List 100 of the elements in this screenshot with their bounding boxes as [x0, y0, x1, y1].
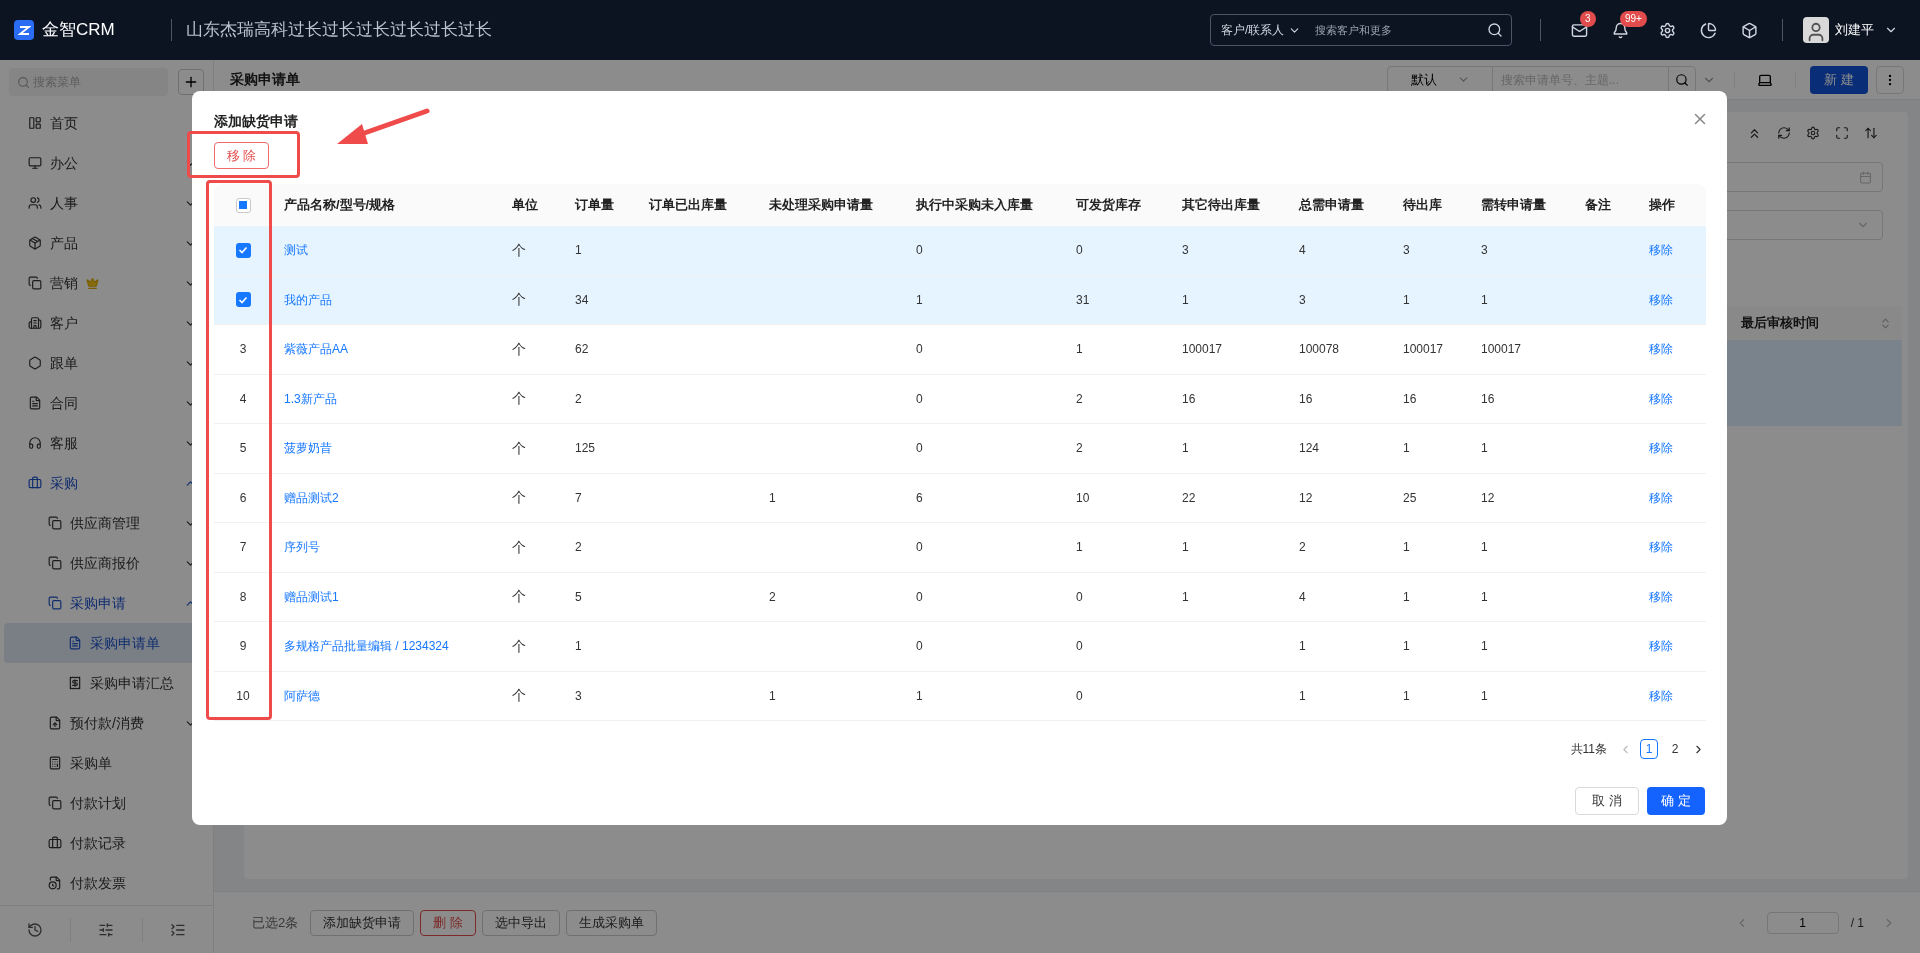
column-header: 总需申请量 [1299, 196, 1364, 215]
table-cell-text: 2 [575, 390, 582, 408]
column-header: 订单量 [575, 196, 614, 215]
product-link[interactable]: 阿萨德 [284, 686, 320, 705]
row-number: 9 [239, 638, 247, 656]
sidebar-item[interactable]: 供应商报价 [4, 543, 209, 583]
table-cell-text: 100078 [1299, 341, 1340, 359]
table-cell-text: 1 [916, 291, 923, 309]
row-number: 5 [239, 440, 247, 458]
bell-icon[interactable] [1612, 21, 1629, 39]
search-scope-select[interactable]: 客户/联系人 [1211, 21, 1302, 39]
page-input[interactable]: 1 [1766, 911, 1839, 934]
sidebar-item[interactable]: 产品 [4, 223, 209, 263]
table-cell-text: 100017 [1481, 341, 1522, 359]
file-upload-icon [48, 716, 62, 730]
sidebar-item[interactable]: 采购申请 [4, 583, 209, 623]
search-icon[interactable] [1487, 22, 1503, 38]
sidebar-item[interactable]: 跟单 [4, 343, 209, 383]
sidebar-item[interactable]: 办公 [4, 143, 209, 183]
collapse-menu-icon[interactable] [169, 921, 186, 938]
table-cell-text: 0 [916, 588, 923, 606]
table-cell-text: 10 [1076, 489, 1090, 507]
action-button[interactable]: 生成采购单 [565, 909, 657, 936]
action-button[interactable]: 删 除 [420, 909, 476, 936]
table-row[interactable]: 测试 个 1 0 0 3 4 3 3 移除 [214, 226, 1706, 276]
product-link[interactable]: 菠萝奶昔 [284, 439, 332, 458]
product-link[interactable]: 紫薇产品AA [284, 340, 348, 359]
sidebar-item[interactable]: 采购 [4, 463, 209, 503]
table-cell-text: 个 [512, 240, 526, 260]
check-icon [238, 294, 248, 305]
column-header[interactable]: 最后审核时间 [1741, 313, 1819, 333]
product-link[interactable]: 测试 [284, 241, 308, 260]
document-icon [28, 396, 42, 410]
page-button[interactable]: 2 [1666, 739, 1684, 759]
mail-icon[interactable] [1571, 21, 1588, 39]
page-title: 采购申请单 [230, 70, 300, 89]
user-name[interactable]: 刘建平 [1835, 20, 1874, 40]
page-button[interactable]: 1 [1640, 739, 1658, 759]
remove-link[interactable]: 移除 [1649, 241, 1673, 260]
briefcase-icon [28, 476, 42, 490]
new-button[interactable]: 新 建 [1810, 65, 1868, 94]
cube-icon[interactable] [1741, 21, 1758, 39]
pie-chart-icon[interactable] [1700, 21, 1717, 39]
select-all-checkbox[interactable] [235, 197, 251, 213]
copy-icon [48, 516, 62, 530]
cancel-button[interactable]: 取 消 [1575, 787, 1639, 815]
confirm-button[interactable]: 确 定 [1647, 787, 1705, 815]
remove-link[interactable]: 移除 [1649, 686, 1673, 705]
product-link[interactable]: 赠品测试1 [284, 587, 339, 606]
sidebar-item[interactable]: 首页 [4, 103, 209, 143]
history-icon[interactable] [27, 921, 44, 938]
product-link[interactable]: 我的产品 [284, 290, 332, 309]
remove-link[interactable]: 移除 [1649, 439, 1673, 458]
sidebar-item[interactable]: 客服 [4, 423, 209, 463]
table-cell-text: 1 [575, 638, 582, 656]
settings-icon[interactable] [1806, 126, 1820, 140]
sidebar-item[interactable]: 付款记录 [4, 823, 209, 863]
notification-badge: 99+ [1620, 10, 1647, 27]
receipt-icon [68, 676, 82, 690]
table-cell-text: 个 [512, 636, 526, 656]
avatar[interactable] [1803, 17, 1829, 43]
sidebar-item[interactable]: 采购单 [4, 743, 209, 783]
product-link[interactable]: 赠品测试2 [284, 488, 339, 507]
remove-link[interactable]: 移除 [1649, 290, 1673, 309]
table-cell-text: 16 [1299, 390, 1313, 408]
row-checkbox[interactable] [235, 292, 251, 308]
remove-link[interactable]: 移除 [1649, 389, 1673, 408]
sidebar-item[interactable]: 付款计划 [4, 783, 209, 823]
sidebar-item[interactable]: 营销 [4, 263, 209, 303]
remove-link[interactable]: 移除 [1649, 587, 1673, 606]
sidebar-item[interactable]: 供应商管理 [4, 503, 209, 543]
sidebar-item[interactable]: 采购申请汇总 [4, 663, 209, 703]
product-link[interactable]: 1.3新产品 [284, 389, 337, 408]
sidebar-item[interactable]: 人事 [4, 183, 209, 223]
table-cell-text: 4 [1299, 242, 1306, 260]
sidebar-item[interactable]: 合同 [4, 383, 209, 423]
sidebar-item[interactable]: 付款发票 [4, 863, 209, 903]
remove-link[interactable]: 移除 [1649, 538, 1673, 557]
table-cell-text: 1 [1182, 291, 1189, 309]
action-button[interactable]: 添加缺货申请 [310, 909, 415, 936]
remove-link[interactable]: 移除 [1649, 340, 1673, 359]
sidebar-item[interactable]: 客户 [4, 303, 209, 343]
column-header: 操作 [1649, 196, 1675, 215]
table-cell-text: 1 [1182, 539, 1189, 557]
column-header: 订单已出库量 [649, 196, 727, 215]
action-button[interactable]: 选中导出 [481, 909, 560, 936]
sort-icon[interactable] [1864, 126, 1878, 140]
product-link[interactable]: 多规格产品批量编辑 / 1234324 [284, 637, 449, 656]
remove-link[interactable]: 移除 [1649, 488, 1673, 507]
sliders-icon[interactable] [98, 921, 115, 938]
sidebar-item[interactable]: 预付款/消费 [4, 703, 209, 743]
table-row[interactable]: 我的产品 个 34 1 31 1 3 1 1 移除 [214, 275, 1706, 325]
product-link[interactable]: 序列号 [284, 538, 320, 557]
row-checkbox[interactable] [235, 242, 251, 258]
copy-icon [48, 556, 62, 570]
remove-link[interactable]: 移除 [1649, 637, 1673, 656]
refresh-icon[interactable] [1777, 126, 1791, 140]
global-search-field[interactable]: 客户/联系人 搜索客户和更多 [1210, 14, 1512, 46]
remove-button[interactable]: 移 除 [214, 142, 269, 169]
fullscreen-icon[interactable] [1835, 126, 1849, 140]
